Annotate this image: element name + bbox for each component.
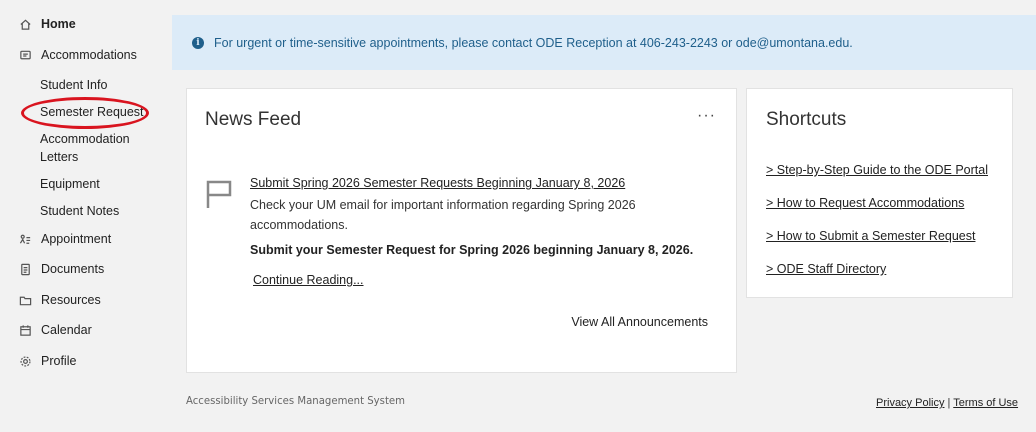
info-icon: i [192, 36, 204, 49]
privacy-policy-link[interactable]: Privacy Policy [876, 397, 944, 409]
sub-student-info[interactable]: Student Info [40, 76, 150, 94]
nav-home[interactable]: Home [18, 17, 76, 31]
document-icon [18, 262, 32, 276]
nav-accommodations[interactable]: Accommodations [18, 48, 137, 62]
nav-accommodations-label: Accommodations [41, 48, 137, 62]
nav-profile-label: Profile [41, 354, 77, 368]
terms-of-use-link[interactable]: Terms of Use [953, 397, 1018, 409]
sidebar: Home Accommodations Student Info Semeste… [0, 0, 170, 432]
nav-documents[interactable]: Documents [18, 262, 104, 276]
comment-icon [18, 48, 32, 62]
view-all-announcements-link[interactable]: View All Announcements [571, 315, 708, 329]
footer-links: Privacy Policy | Terms of Use [876, 397, 1018, 409]
shortcuts-title: Shortcuts [766, 109, 847, 130]
nav-resources[interactable]: Resources [18, 293, 101, 307]
announcement-title-link[interactable]: Submit Spring 2026 Semester Requests Beg… [250, 176, 625, 190]
announcement-bold-text: Submit your Semester Request for Spring … [250, 243, 694, 257]
highlight-circle [21, 97, 149, 129]
shortcuts-card: Shortcuts > Step-by-Step Guide to the OD… [746, 88, 1013, 298]
alert-text: For urgent or time-sensitive appointment… [214, 35, 853, 50]
nav-resources-label: Resources [41, 293, 101, 307]
info-alert: i For urgent or time-sensitive appointme… [172, 15, 1036, 70]
more-options-icon[interactable]: ··· [697, 107, 716, 125]
flag-icon [205, 179, 233, 209]
shortcut-link-semester-request[interactable]: > How to Submit a Semester Request [766, 229, 975, 243]
appointment-icon [18, 232, 32, 246]
nav-documents-label: Documents [41, 262, 105, 276]
sub-equipment[interactable]: Equipment [40, 175, 150, 193]
nav-profile[interactable]: Profile [18, 354, 76, 368]
footer-separator: | [947, 397, 951, 409]
footer-system-name: Accessibility Services Management System [186, 394, 406, 407]
announcement-body: Check your UM email for important inform… [250, 198, 636, 232]
folder-icon [18, 293, 32, 307]
calendar-icon [18, 323, 32, 337]
home-icon [18, 17, 32, 31]
nav-home-label: Home [41, 17, 76, 31]
news-feed-title: News Feed [205, 109, 302, 130]
continue-reading-link[interactable]: Continue Reading... [253, 273, 364, 287]
nav-calendar[interactable]: Calendar [18, 323, 92, 337]
shortcut-link-guide[interactable]: > Step-by-Step Guide to the ODE Portal [766, 163, 988, 177]
nav-appointment-label: Appointment [41, 232, 112, 246]
nav-calendar-label: Calendar [41, 323, 92, 337]
nav-appointment[interactable]: Appointment [18, 232, 111, 246]
shortcut-link-staff-directory[interactable]: > ODE Staff Directory [766, 262, 886, 276]
shortcut-link-request-accommodations[interactable]: > How to Request Accommodations [766, 196, 964, 210]
sub-student-notes[interactable]: Student Notes [40, 202, 150, 220]
sub-accommodation-letters[interactable]: Accommodation Letters [40, 130, 150, 166]
gear-icon [18, 354, 32, 368]
news-feed-card: News Feed ··· Submit Spring 2026 Semeste… [186, 88, 737, 373]
